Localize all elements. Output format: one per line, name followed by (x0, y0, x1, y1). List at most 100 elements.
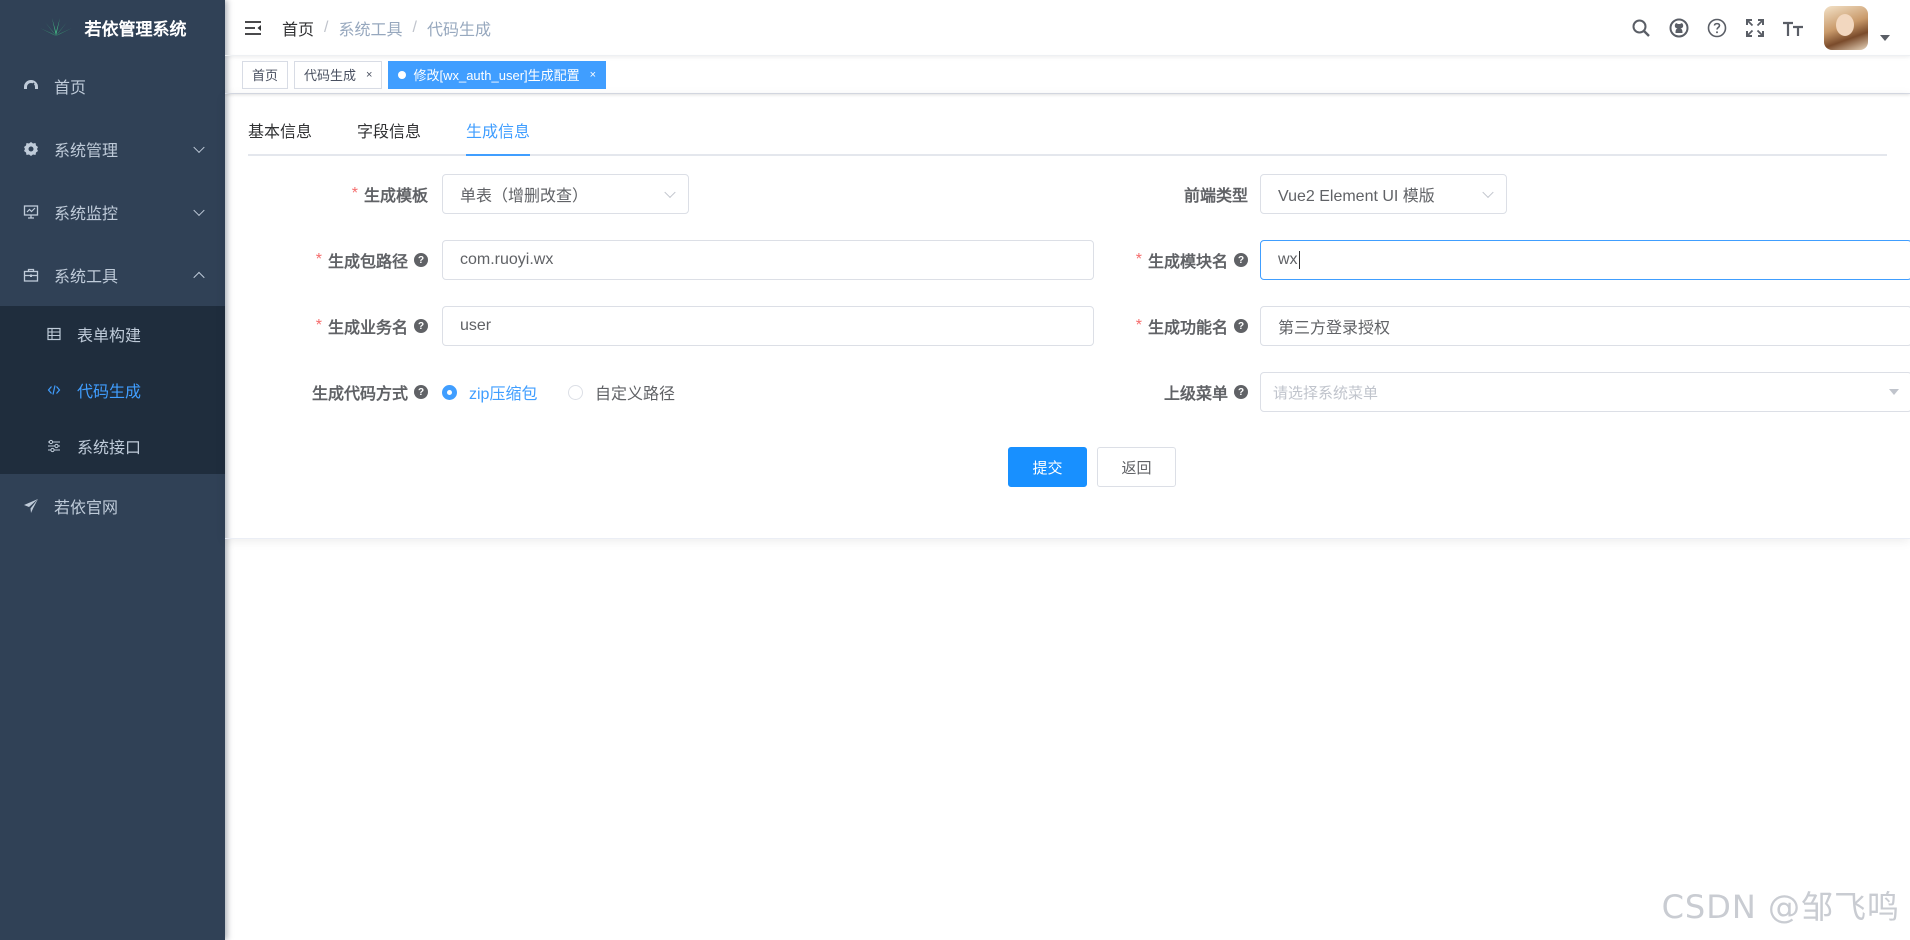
radio-label: 自定义路径 (595, 386, 676, 403)
gear-icon (22, 140, 40, 158)
app-logo[interactable]: 若依管理系统 (0, 0, 225, 54)
package-path-input[interactable]: com.ruoyi.wx (442, 240, 1094, 280)
sidebar-item-home[interactable]: 首页 (0, 54, 225, 117)
sidebar-item-system-api[interactable]: 系统接口 (0, 418, 225, 474)
breadcrumb: 首页 / 系统工具 / 代码生成 (282, 16, 491, 40)
sidebar-item-system-monitor[interactable]: 系统监控 (0, 180, 225, 243)
sidebar-item-code-gen[interactable]: 代码生成 (0, 362, 225, 418)
template-select[interactable]: 单表（增删改查） (442, 174, 689, 214)
caret-down-icon[interactable] (1880, 35, 1890, 41)
required-mark: * (315, 317, 322, 334)
breadcrumb-item-home[interactable]: 首页 (282, 16, 314, 40)
breadcrumb-item-system-tools: 系统工具 (338, 21, 403, 39)
back-button[interactable]: 返回 (1097, 447, 1176, 487)
module-name-input[interactable]: wx (1260, 240, 1910, 280)
dashboard-icon (22, 77, 40, 95)
gen-info-form: * 生成模板 单表（增删改查） 前端类型 Vue2 Element UI 模版 … (248, 156, 1910, 496)
help-icon[interactable]: ? (414, 385, 428, 399)
business-name-label-text: 生成业务名 (327, 320, 408, 337)
tag-edit-gen-config[interactable]: 修改[wx_auth_user]生成配置 × (388, 60, 607, 89)
help-icon[interactable]: ? (414, 253, 428, 267)
sidebar: 若依管理系统 首页 系统管理 系统监控 系统工具 表单构建 代码生成 系统接口 … (0, 0, 225, 940)
required-mark: * (1135, 317, 1142, 334)
sidebar-item-ruoyi-site[interactable]: 若依官网 (0, 474, 225, 537)
radio-custom-path[interactable]: 自定义路径 (568, 372, 675, 412)
close-icon[interactable]: × (366, 69, 372, 81)
breadcrumb-separator: / (324, 18, 329, 36)
gen-config-card: 基本信息 字段信息 生成信息 * 生成模板 单表（增删改查） 前端类型 Vue2… (225, 94, 1910, 539)
module-name-value: wx (1278, 251, 1298, 268)
code-icon (45, 381, 63, 399)
close-icon[interactable]: × (590, 69, 596, 81)
github-icon[interactable] (1668, 17, 1690, 39)
help-icon[interactable]: ? (1234, 319, 1248, 333)
function-name-label: * 生成功能名 ? (1048, 306, 1248, 346)
parent-menu-placeholder: 请选择系统菜单 (1273, 384, 1379, 402)
tag-code-gen[interactable]: 代码生成 × (294, 60, 383, 89)
gen-type-label-text: 生成代码方式 (311, 386, 408, 403)
function-name-input[interactable]: 第三方登录授权 (1260, 306, 1910, 346)
caret-down-icon (1889, 389, 1899, 395)
tag-label: 首页 (252, 68, 279, 83)
radio-circle (442, 384, 457, 400)
business-name-value: user (460, 317, 492, 334)
chevron-down-icon (193, 141, 205, 153)
chevron-down-icon (193, 204, 205, 216)
function-name-label-text: 生成功能名 (1147, 320, 1228, 337)
module-name-label-text: 生成模块名 (1147, 254, 1228, 271)
tab-field-info[interactable]: 字段信息 (357, 118, 421, 154)
toolbox-icon (22, 266, 40, 284)
parent-menu-select[interactable]: 请选择系统菜单 (1260, 372, 1910, 412)
monitor-icon (22, 203, 40, 221)
watermark: CSDN @邹飞鸣 (1661, 888, 1900, 926)
required-mark: * (351, 185, 358, 202)
template-value: 单表（增删改查） (460, 188, 589, 205)
sidebar-item-system-management[interactable]: 系统管理 (0, 117, 225, 180)
package-path-label-text: 生成包路径 (327, 254, 408, 271)
sidebar-item-label: 系统接口 (77, 440, 142, 457)
submit-button[interactable]: 提交 (1008, 447, 1087, 487)
tab-gen-info[interactable]: 生成信息 (466, 118, 531, 156)
frontend-type-label: 前端类型 (1048, 174, 1248, 214)
chevron-down-icon (664, 186, 676, 199)
navbar: 首页 / 系统工具 / 代码生成 (225, 0, 1910, 56)
tag-label: 代码生成 (304, 68, 357, 83)
hamburger-icon[interactable] (244, 18, 264, 38)
text-cursor (1298, 251, 1300, 269)
logo-icon (39, 18, 72, 36)
parent-menu-label: 上级菜单 ? (1048, 372, 1248, 412)
sidebar-item-system-tools[interactable]: 系统工具 (0, 243, 225, 306)
app-title: 若依管理系统 (84, 19, 187, 39)
radio-zip[interactable]: zip压缩包 (442, 372, 537, 412)
business-name-label: * 生成业务名 ? (248, 306, 428, 346)
sidebar-item-form-builder[interactable]: 表单构建 (0, 306, 225, 362)
help-icon[interactable]: ? (1234, 385, 1248, 399)
sidebar-item-label: 系统监控 (54, 205, 119, 223)
avatar[interactable] (1824, 6, 1868, 50)
question-icon[interactable] (1706, 17, 1728, 39)
required-mark: * (1135, 251, 1142, 268)
tag-home[interactable]: 首页 (242, 60, 289, 89)
tab-basic-info[interactable]: 基本信息 (248, 118, 312, 154)
frontend-type-select[interactable]: Vue2 Element UI 模版 (1260, 174, 1507, 214)
frontend-type-value: Vue2 Element UI 模版 (1278, 188, 1435, 205)
fullscreen-icon[interactable] (1744, 17, 1766, 39)
help-icon[interactable]: ? (1234, 253, 1248, 267)
active-dot-icon (398, 70, 407, 79)
radio-label: zip压缩包 (469, 386, 538, 403)
package-path-value: com.ruoyi.wx (460, 251, 554, 268)
tag-label: 修改[wx_auth_user]生成配置 (413, 68, 580, 83)
frontend-type-label-text: 前端类型 (1183, 188, 1248, 205)
business-name-input[interactable]: user (442, 306, 1094, 346)
parent-menu-label-text: 上级菜单 (1163, 386, 1228, 403)
sidebar-item-label: 首页 (54, 79, 87, 97)
chevron-down-icon (1482, 186, 1494, 199)
font-size-icon[interactable] (1782, 17, 1804, 39)
main-container: 首页 / 系统工具 / 代码生成 首页 代码生成 × 修改[wx_auth_us… (225, 0, 1910, 940)
help-icon[interactable]: ? (414, 319, 428, 333)
sidebar-item-label: 系统工具 (54, 268, 119, 286)
sidebar-item-label: 表单构建 (77, 328, 142, 345)
chevron-up-icon (193, 271, 205, 283)
sidebar-item-label: 系统管理 (54, 142, 119, 160)
search-icon[interactable] (1630, 17, 1652, 39)
